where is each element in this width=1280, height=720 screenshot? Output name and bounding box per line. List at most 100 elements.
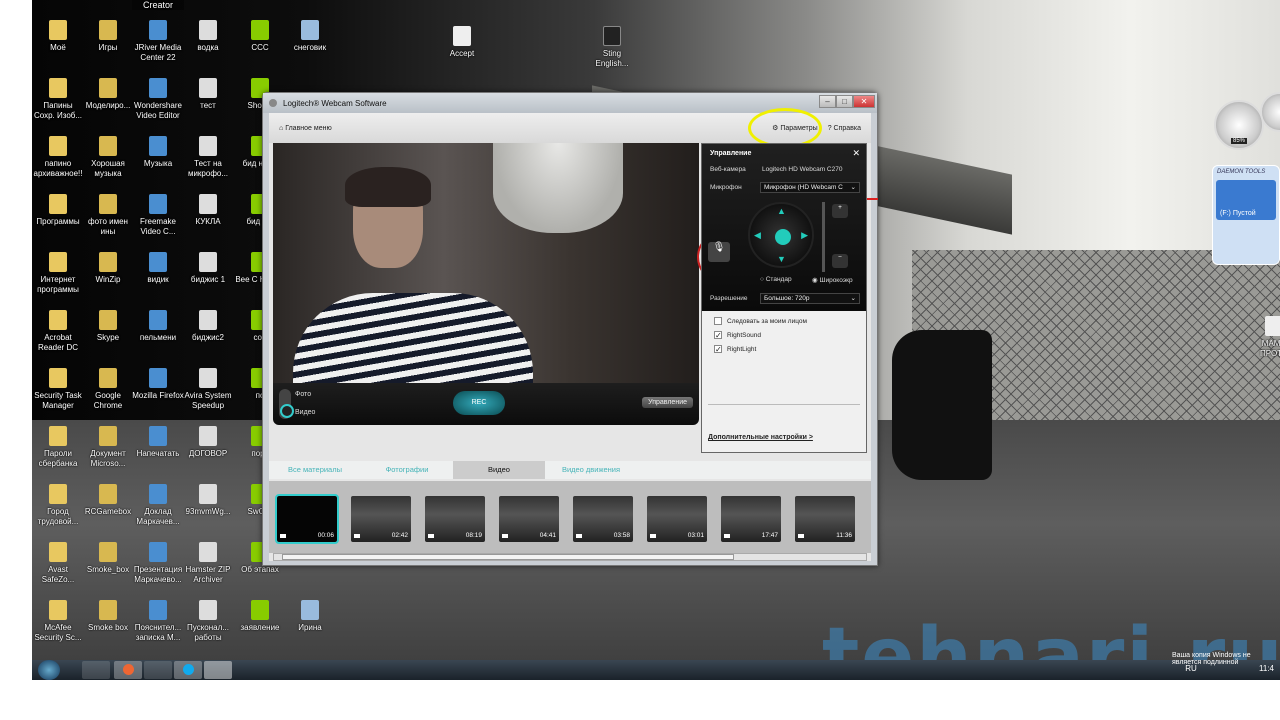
record-button[interactable]: REC — [453, 391, 505, 415]
video-thumbnail[interactable]: 02:42 — [351, 496, 411, 542]
taskbar-firefox[interactable] — [114, 661, 142, 679]
desktop-icon[interactable]: Avira System Speedup — [182, 368, 234, 410]
desktop-icon[interactable]: Security Task Manager — [32, 368, 84, 410]
desktop-icon[interactable]: Smoke box — [82, 600, 134, 633]
desktop-icon[interactable]: Пароли сбербанка — [32, 426, 84, 468]
desktop-icon[interactable]: Презентация Маркачево... — [132, 542, 184, 584]
tab-0[interactable]: Все материалы — [269, 461, 361, 479]
desktop-icon[interactable]: Пусконал... работы — [182, 600, 234, 642]
taskbar-network[interactable] — [144, 661, 172, 679]
cpu-gauge-gadget[interactable]: 85% — [1214, 100, 1264, 150]
mode-video-label[interactable]: Видео — [295, 409, 315, 416]
desktop-icon[interactable]: водка — [182, 20, 234, 53]
desktop-icon[interactable]: Ирина — [284, 600, 336, 633]
desktop-icon[interactable]: JRiver Media Center 22 — [132, 20, 184, 62]
desktop-icon[interactable]: McAfee Security Sc... — [32, 600, 84, 642]
home-button[interactable]: ⌂ Главное меню — [279, 125, 332, 132]
desktop-icon[interactable]: WinZip — [82, 252, 134, 285]
desktop-icon-sting[interactable]: Sting English... — [586, 26, 638, 68]
video-thumbnail[interactable]: 17:47 — [721, 496, 781, 542]
desktop-icon[interactable]: Avast SafeZo... — [32, 542, 84, 584]
desktop-icon[interactable]: фото имен ины — [82, 194, 134, 236]
desktop-icon[interactable]: 93mvmWg... — [182, 484, 234, 517]
desktop-icon[interactable]: Freemake Video C... — [132, 194, 184, 236]
help-button[interactable]: ? Справка — [828, 125, 861, 132]
video-thumbnail[interactable]: 03:01 — [647, 496, 707, 542]
desktop-icon[interactable]: Игры — [82, 20, 134, 53]
desktop-icon-accept[interactable]: Accept — [436, 26, 488, 59]
desktop-icon[interactable]: Creator — [132, 0, 184, 10]
close-button[interactable]: ✕ — [853, 95, 875, 108]
desktop-icon[interactable]: CCC — [234, 20, 286, 53]
tab-3[interactable]: Видео движения — [545, 461, 637, 479]
scrollbar-thumb[interactable] — [282, 554, 734, 560]
horizontal-scrollbar[interactable] — [273, 553, 867, 561]
controls-button[interactable]: Управление — [642, 397, 693, 408]
arrow-left-icon[interactable]: ◀ — [754, 230, 761, 241]
advanced-settings-link[interactable]: Дополнительные настройки > — [708, 434, 813, 441]
pan-tilt-pad[interactable]: ▲ ▼ ◀ ▶ — [748, 202, 814, 268]
desktop-icon[interactable]: КУКЛА — [182, 194, 234, 227]
desktop-icon[interactable]: Google Chrome — [82, 368, 134, 410]
desktop-icon[interactable]: Папины Сохр. Изоб... — [32, 78, 84, 120]
video-thumbnail[interactable]: 08:19 — [425, 496, 485, 542]
zoom-in-icon[interactable]: + — [832, 204, 848, 218]
photo-video-toggle[interactable] — [279, 389, 294, 419]
arrow-down-icon[interactable]: ▼ — [777, 254, 786, 264]
zoom-out-icon[interactable]: − — [832, 254, 848, 268]
desktop-icon[interactable]: папино архиважное!! — [32, 136, 84, 178]
desktop-icon[interactable]: Hamster ZIP Archiver — [182, 542, 234, 584]
desktop-icon[interactable]: пельмени — [132, 310, 184, 343]
center-button[interactable] — [775, 229, 791, 245]
tab-2[interactable]: Видео — [453, 461, 545, 479]
taskbar-skype[interactable] — [174, 661, 202, 679]
desktop-icon[interactable]: Моделиро... — [82, 78, 134, 111]
checkbox-face-tracking[interactable]: Следовать за моим лицом — [714, 317, 854, 325]
desktop-icon[interactable]: Wondershare Video Editor — [132, 78, 184, 120]
arrow-right-icon[interactable]: ▶ — [801, 230, 808, 241]
desktop-icon[interactable]: биджис2 — [182, 310, 234, 343]
taskbar-explorer[interactable] — [82, 661, 110, 679]
desktop-icon[interactable]: Skype — [82, 310, 134, 343]
minimize-button[interactable]: – — [819, 95, 836, 108]
desktop-icon[interactable]: Документ Microso... — [82, 426, 134, 468]
microphone-icon[interactable]: 🎙 — [708, 242, 730, 262]
desktop-icon[interactable]: видик — [132, 252, 184, 285]
desktop-icon[interactable]: заявление — [234, 600, 286, 633]
zoom-slider[interactable] — [822, 202, 825, 272]
tab-1[interactable]: Фотографии — [361, 461, 453, 479]
desktop-icon[interactable]: биджис 1 — [182, 252, 234, 285]
desktop-icon[interactable]: Acrobat Reader DC — [32, 310, 84, 352]
desktop-icon[interactable]: снеговик — [284, 20, 336, 53]
desktop-icon[interactable]: Пояснител... записка М... — [132, 600, 184, 642]
radio-wide[interactable]: ◉ Широкоэкр — [812, 276, 853, 284]
desktop-icon[interactable]: Интернет программы — [32, 252, 84, 294]
mic-select[interactable]: Микрофон (HD Webcam C ⌄ — [760, 182, 860, 193]
daemon-tools-gadget[interactable]: DAEMON TOOLS (F:) Пустой — [1212, 165, 1280, 265]
desktop-icon[interactable]: Программы — [32, 194, 84, 227]
video-thumbnail[interactable]: 03:58 — [573, 496, 633, 542]
desktop-icon[interactable]: Smoke_box — [82, 542, 134, 575]
desktop-icon[interactable]: Город трудовой... — [32, 484, 84, 526]
desktop-icon[interactable]: Музыка — [132, 136, 184, 169]
desktop-icon[interactable]: тест — [182, 78, 234, 111]
mode-photo-label[interactable]: Фото — [295, 391, 311, 398]
radio-standard[interactable]: ○ Стандар — [760, 276, 792, 283]
video-thumbnail[interactable]: 04:41 — [499, 496, 559, 542]
desktop-icon[interactable]: Тест на микрофо... — [182, 136, 234, 178]
desktop-icon[interactable]: Доклад Маркачев... — [132, 484, 184, 526]
desktop-icon[interactable]: ДОГОВОР — [182, 426, 234, 459]
desktop-icon[interactable]: Моё — [32, 20, 84, 53]
arrow-up-icon[interactable]: ▲ — [777, 206, 786, 216]
panel-close-button[interactable]: ✕ — [852, 148, 860, 159]
desktop-icon[interactable]: Напечатать — [132, 426, 184, 459]
maximize-button[interactable]: □ — [836, 95, 853, 108]
video-thumbnail[interactable]: 00:06 — [275, 494, 339, 544]
desktop-icon[interactable]: Хорошая музыка — [82, 136, 134, 178]
taskbar-logitech[interactable] — [204, 661, 232, 679]
checkbox-rightsound[interactable]: ✓ RightSound — [714, 331, 854, 340]
start-button[interactable] — [38, 660, 60, 680]
desktop-icon[interactable]: RCGamebox — [82, 484, 134, 517]
checkbox-rightlight[interactable]: ✓ RightLight — [714, 345, 854, 354]
video-thumbnail[interactable]: 11:36 — [795, 496, 855, 542]
